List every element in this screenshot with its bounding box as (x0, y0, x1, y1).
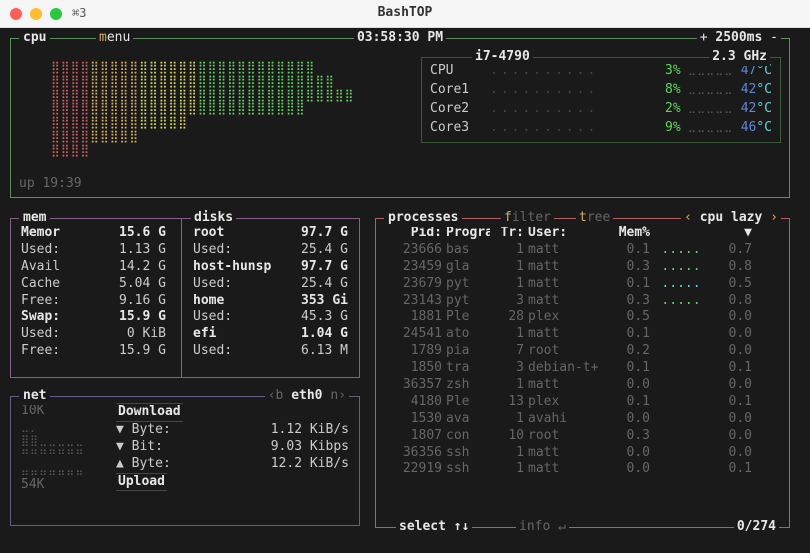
mem-panel: mem disks Memor15.6 GUsed:1.13 GAvail14.… (10, 218, 360, 378)
process-row[interactable]: 23143pyt3matt0.3.....0.8 (386, 293, 779, 310)
process-row[interactable]: 36356ssh1matt0.00.0 (386, 445, 779, 462)
process-row[interactable]: 4180Ple13plex0.10.1 (386, 394, 779, 411)
zoom-icon[interactable] (50, 8, 62, 20)
window-titlebar: ⌘3 BashTOP (0, 0, 810, 28)
core-row: Core3..........9%⣀⣀⣀⣀⣀46°C (430, 119, 772, 138)
download-label: Download (116, 403, 183, 422)
uptime: up 19:39 (19, 176, 82, 193)
disk-row: host-hunsp97.7 G (193, 259, 348, 276)
process-row[interactable]: 1530ava1avahi0.00.0 (386, 411, 779, 428)
mem-row: Used:1.13 G (21, 242, 166, 259)
upload-label: Upload (116, 473, 167, 492)
mem-list: Memor15.6 GUsed:1.13 GAvail14.2 GCache5.… (11, 219, 176, 366)
process-row[interactable]: 22919ssh1matt0.00.1 (386, 461, 779, 478)
disk-row: root97.7 G (193, 225, 348, 242)
sort-button[interactable]: ‹ cpu lazy › (681, 210, 781, 227)
core-row: Core1..........8%⣀⣀⣀⣀⣀42°C (430, 81, 772, 100)
mem-row: Swap:15.9 G (21, 309, 166, 326)
net-row: ▼ Bit:9.03 Kibps (116, 439, 349, 456)
net-iface[interactable]: ‹b eth0 n› (265, 388, 349, 405)
process-row[interactable]: 23666bas1matt0.1.....0.7 (386, 242, 779, 259)
filter-button[interactable]: filter (501, 210, 554, 227)
mem-row: Cache5.04 G (21, 276, 166, 293)
disk-list: root97.7 GUsed:25.4 Ghost-hunsp97.7 GUse… (183, 219, 358, 366)
net-panel: net ‹b eth0 n› 10K ⣀⡀⠀⠀⠀⠀⠀ ⣿⣿⣀⣀⣀⣀⣀ ⠛⠛⠛⠛⠛… (10, 396, 360, 526)
cpu-info-subpanel: i7-4790 2.3 GHz CPU..........3%⣀⣀⣀⣀⣀47°C… (421, 57, 781, 143)
disk-row: efi1.04 G (193, 326, 348, 343)
cpu-panel: cpu menu 03:58:30 PM + 2500ms - ⣿⣿⣿⣿⣿⣿⣿⣿… (10, 38, 790, 198)
update-interval[interactable]: + 2500ms - (697, 30, 781, 47)
mem-row: Used:0 KiB (21, 326, 166, 343)
mem-row: Memor15.6 G (21, 225, 166, 242)
select-hint: select ↑↓ (396, 519, 472, 536)
window-title: BashTOP (378, 5, 433, 22)
core-row: Core2..........2%⣀⣀⣀⣀⣀42°C (430, 100, 772, 119)
process-row[interactable]: 1789pia7root0.20.0 (386, 343, 779, 360)
mem-row: Avail14.2 G (21, 259, 166, 276)
mem-row: Free:15.9 G (21, 343, 166, 360)
cpu-freq: 2.3 GHz (709, 49, 770, 66)
tree-button[interactable]: tree (576, 210, 613, 227)
menu-button[interactable]: menu (96, 30, 133, 47)
process-row[interactable]: 1807con10root0.30.0 (386, 428, 779, 445)
process-panel: processes filter tree ‹ cpu lazy › Pid: … (375, 218, 790, 528)
process-position: 0/274 (734, 519, 779, 536)
cpu-label: cpu (19, 30, 50, 47)
disk-row: Used:6.13 M (193, 343, 348, 360)
disk-row: home353 Gi (193, 293, 348, 310)
mem-disk-divider (181, 219, 182, 377)
process-row[interactable]: 23459gla1matt0.3.....0.8 (386, 259, 779, 276)
process-row[interactable]: 23679pyt1matt0.1.....0.5 (386, 276, 779, 293)
processes-label: processes (384, 210, 462, 227)
disk-row: Used:45.3 G (193, 309, 348, 326)
process-row[interactable]: 24541ato1matt0.10.0 (386, 326, 779, 343)
disk-row: Used:25.4 G (193, 242, 348, 259)
disk-row: Used:25.4 G (193, 276, 348, 293)
process-row[interactable]: 36357zsh1matt0.00.0 (386, 377, 779, 394)
traffic-lights (10, 8, 62, 20)
process-row[interactable]: 1850tra3debian-t+0.10.1 (386, 360, 779, 377)
process-header: Pid: Program: Tr: User: Mem% ▼ (386, 225, 779, 242)
cpu-graph: ⣿⣿⣿⣿⣿⣿⣿⣿⣿⣿⣿⣿⣿⣿⣿⣿⣿⣿⣿⣿⣿⣿⣿⣿⣿⣿⣿ ⣿⣿⣿⣿⣿⣿⣿⣿⣿⣿⣿⣿… (51, 61, 354, 158)
process-list[interactable]: 23666bas1matt0.1.....0.723459gla1matt0.3… (386, 242, 779, 478)
net-label: net (19, 388, 50, 405)
info-hint: info ↵ (516, 519, 569, 536)
mem-row: Free:9.16 G (21, 293, 166, 310)
net-row: ▼ Byte:1.12 KiB/s (116, 422, 349, 439)
minimize-icon[interactable] (30, 8, 42, 20)
net-graph: 10K ⣀⡀⠀⠀⠀⠀⠀ ⣿⣿⣀⣀⣀⣀⣀ ⠛⠛⠛⠛⠛⠛⠛ ⣤⣤⣤⣤⣤⣤⣤ 54K (21, 403, 116, 494)
net-row: ▲ Byte:12.2 KiB/s (116, 456, 349, 473)
process-row[interactable]: 1881Ple28plex0.50.0 (386, 309, 779, 326)
cpu-model: i7-4790 (472, 49, 533, 66)
clock: 03:58:30 PM (354, 30, 446, 47)
tab-indicator: ⌘3 (72, 6, 86, 22)
close-icon[interactable] (10, 8, 22, 20)
